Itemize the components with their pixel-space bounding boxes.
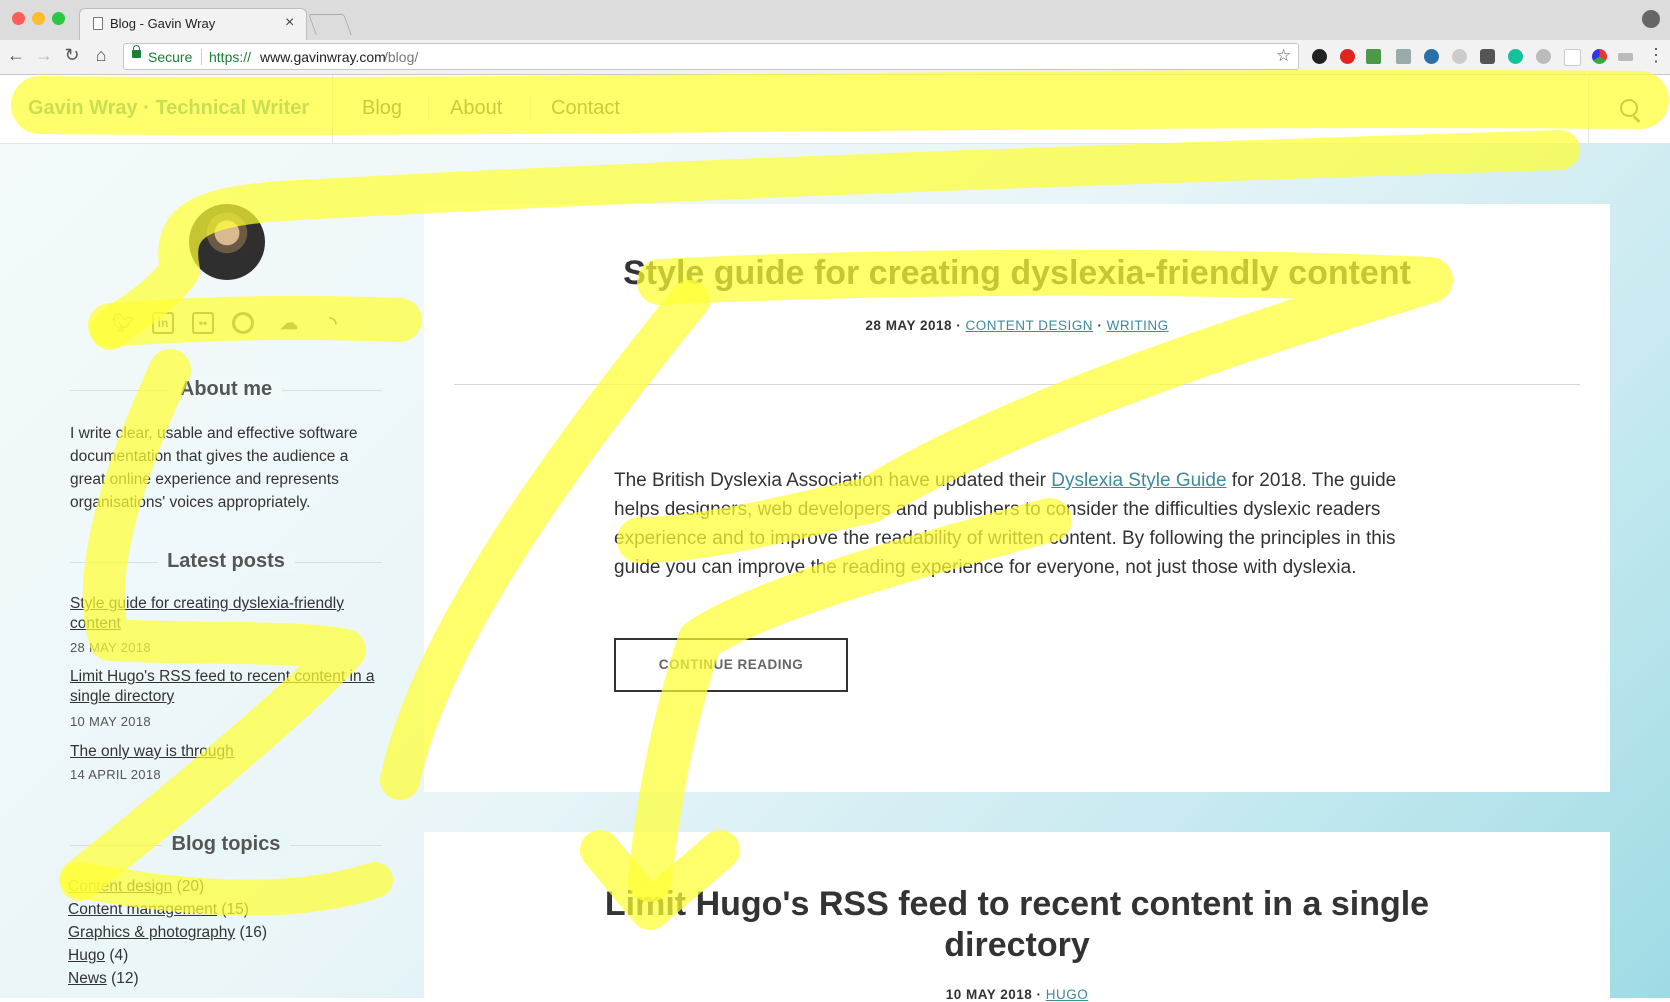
post-meta: 28 MAY 2018 · CONTENT DESIGN · WRITING	[424, 318, 1610, 333]
topic-item[interactable]: News (12)	[68, 970, 139, 988]
dyslexia-style-guide-link[interactable]: Dyslexia Style Guide	[1051, 470, 1226, 491]
browser-menu-icon[interactable]: ⋮	[1644, 45, 1668, 66]
maximize-window-button[interactable]	[52, 12, 65, 25]
post-title[interactable]: Style guide for creating dyslexia-friend…	[424, 254, 1610, 293]
topic-link[interactable]: News	[68, 970, 107, 987]
about-heading: About me	[70, 378, 382, 401]
reload-button[interactable]: ↻	[60, 45, 84, 66]
browser-tab-bar: Blog - Gavin Wray ×	[0, 0, 1670, 40]
latest-post-link[interactable]: The only way is through	[70, 742, 382, 762]
category-link[interactable]: HUGO	[1046, 987, 1089, 1002]
post-date: 10 MAY 2018	[945, 987, 1033, 1002]
nav-about[interactable]: About	[450, 97, 502, 120]
github-icon[interactable]	[232, 312, 254, 334]
close-window-button[interactable]	[12, 12, 25, 25]
twitter-icon[interactable]: 🐦︎	[112, 312, 135, 334]
search-icon[interactable]	[1620, 99, 1638, 117]
cloud-icon[interactable]	[1536, 49, 1551, 64]
latest-post-date: 10 MAY 2018	[70, 714, 151, 729]
minimize-window-button[interactable]	[32, 12, 45, 25]
site-header: Gavin Wray · Technical Writer Blog About…	[0, 75, 1670, 144]
extension-new-icon[interactable]	[1366, 49, 1381, 64]
home-button[interactable]: ⌂	[89, 45, 113, 66]
linkedin-icon[interactable]: in	[152, 312, 174, 334]
profile-icon[interactable]	[1642, 10, 1660, 28]
lock-icon	[132, 45, 141, 58]
meta-separator: ·	[1097, 318, 1103, 333]
url-scheme: https://	[209, 49, 252, 65]
post-card: Limit Hugo's RSS feed to recent content …	[424, 832, 1610, 1002]
topic-count: (12)	[111, 970, 139, 987]
site-brand[interactable]: Gavin Wray · Technical Writer	[28, 97, 309, 120]
nav-divider	[428, 95, 429, 121]
post-card: Style guide for creating dyslexia-friend…	[424, 204, 1610, 792]
topic-count: (16)	[239, 924, 268, 941]
forward-button[interactable]: →	[32, 45, 56, 66]
topic-item[interactable]: Content management (15)	[68, 901, 249, 919]
new-tab-button[interactable]	[308, 14, 352, 35]
about-text: I write clear, usable and effective soft…	[70, 425, 358, 511]
post-divider	[454, 384, 1580, 385]
topic-count: (15)	[221, 901, 249, 918]
topic-link[interactable]: Graphics & photography	[68, 924, 235, 941]
topic-link[interactable]: Content management	[68, 901, 217, 918]
topic-item[interactable]: Hugo (4)	[68, 947, 128, 965]
bookmark-star-icon[interactable]: ☆	[1276, 46, 1291, 66]
topic-link[interactable]: Hugo	[68, 947, 105, 964]
address-divider	[201, 49, 202, 65]
address-bar[interactable]: Secure https:// www.gavinwray.com /blog/…	[123, 43, 1299, 70]
extension-icon-2[interactable]	[1424, 49, 1439, 64]
back-button[interactable]: ←	[4, 45, 28, 66]
extension-icon[interactable]	[1312, 49, 1327, 64]
tab-title: Blog - Gavin Wray	[110, 16, 216, 31]
avatar	[189, 204, 265, 280]
color-picker-icon[interactable]	[1592, 49, 1607, 64]
close-tab-icon[interactable]: ×	[285, 14, 294, 32]
post-title[interactable]: Limit Hugo's RSS feed to recent content …	[594, 884, 1440, 966]
topic-count: (4)	[109, 947, 129, 964]
url-path: /blog/	[384, 49, 419, 65]
meta-separator: ·	[1036, 987, 1042, 1002]
topic-item[interactable]: Graphics & photography (16)	[68, 924, 267, 942]
topic-item[interactable]: Content design (20)	[68, 878, 204, 896]
latest-post-date: 14 APRIL 2018	[70, 767, 161, 782]
evernote-icon[interactable]	[1480, 49, 1495, 64]
gear-extension-icon[interactable]	[1452, 49, 1467, 64]
topic-link[interactable]: Content design	[68, 878, 172, 895]
eyedropper-icon[interactable]	[1396, 49, 1411, 64]
topic-count: (20)	[176, 878, 205, 895]
secure-label: Secure	[148, 49, 193, 65]
post-meta: 10 MAY 2018 · HUGO	[424, 987, 1610, 1002]
latest-heading: Latest posts	[70, 550, 382, 573]
extension-blank-icon[interactable]	[1564, 49, 1581, 66]
flickr-icon[interactable]: ••	[192, 312, 214, 334]
latest-post-date: 28 MAY 2018	[70, 640, 151, 655]
url-host: www.gavinwray.com	[260, 49, 386, 65]
latest-post-link[interactable]: Limit Hugo's RSS feed to recent content …	[70, 667, 382, 707]
category-link[interactable]: CONTENT DESIGN	[966, 318, 1094, 333]
nav-blog[interactable]: Blog	[362, 97, 402, 120]
topics-heading: Blog topics	[70, 833, 382, 856]
nav-divider	[530, 95, 531, 121]
category-link[interactable]: WRITING	[1107, 318, 1169, 333]
continue-reading-button[interactable]: CONTINUE READING	[614, 638, 848, 692]
header-divider	[332, 75, 333, 143]
soundcloud-icon[interactable]: ☁	[272, 312, 306, 334]
rss-icon[interactable]: ◝	[322, 312, 344, 334]
page-icon	[93, 17, 103, 30]
battery-icon[interactable]	[1618, 53, 1633, 61]
grammarly-icon[interactable]	[1508, 49, 1523, 64]
latest-post-link[interactable]: Style guide for creating dyslexia-friend…	[70, 594, 382, 634]
meta-separator: ·	[956, 318, 962, 333]
header-divider	[1588, 75, 1589, 143]
opera-icon[interactable]	[1340, 49, 1355, 64]
nav-contact[interactable]: Contact	[551, 97, 620, 120]
post-excerpt: The British Dyslexia Association have up…	[614, 470, 1397, 578]
browser-toolbar: ← → ↻ ⌂ Secure https:// www.gavinwray.co…	[0, 40, 1670, 75]
post-date: 28 MAY 2018	[865, 318, 952, 333]
browser-tab[interactable]: Blog - Gavin Wray ×	[79, 8, 307, 40]
